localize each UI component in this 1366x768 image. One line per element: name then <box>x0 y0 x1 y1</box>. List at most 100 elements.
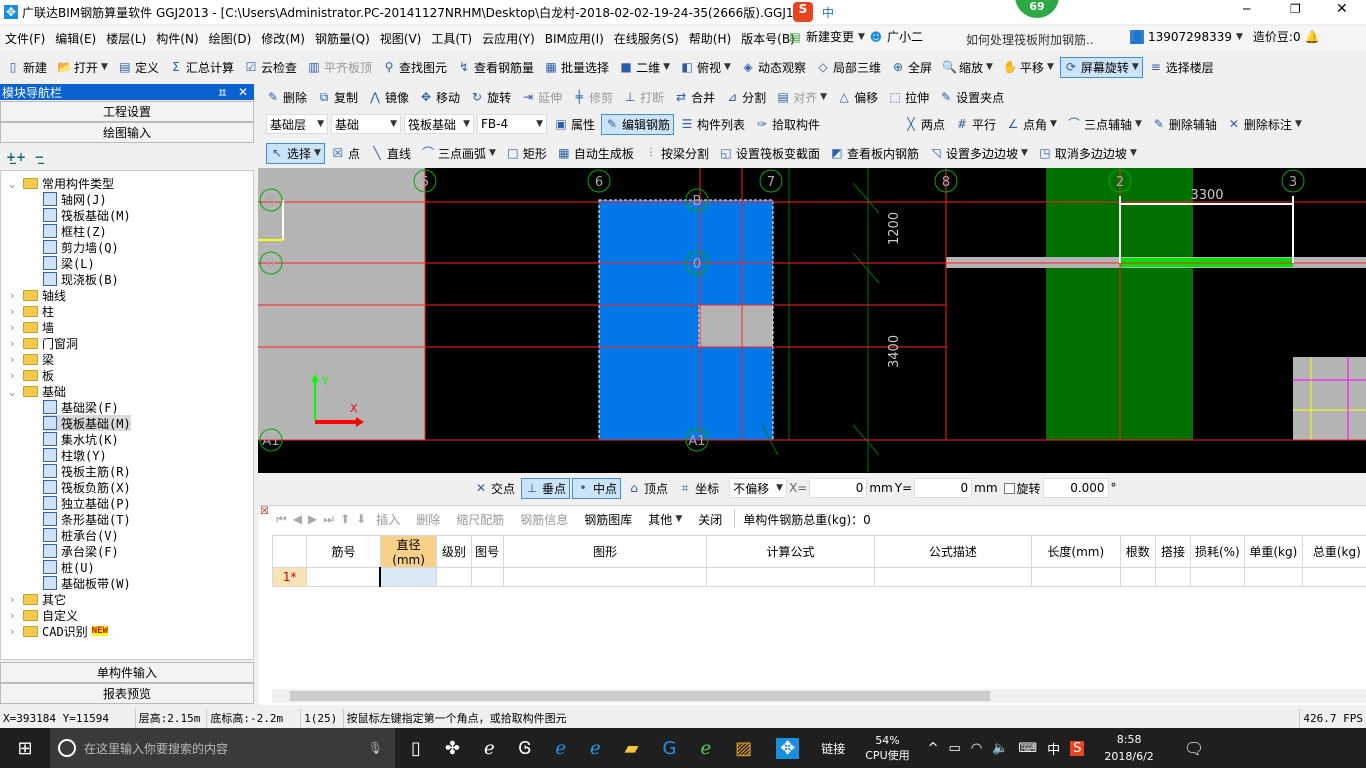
tree-item[interactable]: 桩承台(V) <box>43 527 119 543</box>
delete-dim-button[interactable]: ✕ 删除标注 ▼ <box>1223 114 1306 135</box>
dropdown-arrow-icon[interactable]: ▼ <box>489 148 496 158</box>
tree-item[interactable]: 基础梁(F) <box>43 399 119 415</box>
pick-button[interactable]: ✑ 拾取构件 <box>751 114 824 135</box>
type-select[interactable]: 筏板基础 ▼ <box>404 114 474 134</box>
windows-start-icon[interactable]: ⊞ <box>0 738 50 759</box>
tree-item[interactable]: 筏板基础(M) <box>43 207 131 223</box>
ggj-app-icon[interactable]: ✥ <box>776 737 800 759</box>
sogou-tray-icon[interactable]: S <box>1070 740 1085 756</box>
column-header[interactable]: 搭接 <box>1154 535 1192 568</box>
menu-item[interactable]: BIM应用(I) <box>540 30 609 47</box>
score-badge[interactable]: 69 <box>1015 0 1059 18</box>
column-header[interactable]: 单重(kg) <box>1243 535 1304 568</box>
expand-icon[interactable]: › <box>9 353 19 366</box>
new-file-button[interactable]: ▯ 新建 <box>2 57 51 78</box>
table-cell[interactable] <box>1243 567 1304 587</box>
pan-button[interactable]: ✋ 平移 ▼ <box>999 57 1058 78</box>
glodon-app-icon[interactable]: G <box>663 738 677 759</box>
item-button[interactable]: 钢筋图库 <box>580 509 636 530</box>
rect-button[interactable]: □ 矩形 <box>502 143 551 164</box>
split-button[interactable]: ⊿ 分割 <box>721 87 770 108</box>
table-cell[interactable] <box>502 567 708 587</box>
link-label[interactable]: 链接 <box>821 740 845 757</box>
expand-all-icon[interactable]: +̲+ <box>6 150 26 164</box>
component-select[interactable]: FB-4 ▼ <box>477 114 547 134</box>
table-row[interactable]: 1* <box>272 567 1366 587</box>
column-header[interactable]: 总重(kg) <box>1302 535 1366 568</box>
dropdown-arrow-icon[interactable]: ▼ <box>1021 148 1028 158</box>
tree-folder[interactable]: › 梁 <box>9 351 54 367</box>
task-view-icon[interactable]: ▯ <box>411 738 421 759</box>
wifi-icon[interactable]: ◠ <box>971 741 982 756</box>
column-header[interactable]: 直径(mm) <box>379 535 438 568</box>
item-button[interactable]: 插入 <box>372 509 404 530</box>
dropdown-arrow-icon[interactable]: ▼ <box>314 148 321 158</box>
item-button[interactable]: 其他 ▼ <box>644 509 686 530</box>
table-cell[interactable] <box>306 567 381 587</box>
prev-record-button[interactable]: ◀ <box>293 512 302 526</box>
select-floor-button[interactable]: ≡ 选择楼层 <box>1145 57 1218 78</box>
item-button[interactable]: 钢筋信息 <box>516 509 572 530</box>
tree-item[interactable]: 筏板主筋(R) <box>43 463 131 479</box>
ie-icon[interactable]: ℯ <box>590 738 601 759</box>
tree-item[interactable]: 条形基础(T) <box>43 511 131 527</box>
batch-select-button[interactable]: ▦ 批量选择 <box>540 57 613 78</box>
view-rebar-button[interactable]: ↯ 查看钢筋量 <box>453 57 538 78</box>
tree-item[interactable]: 现浇板(B) <box>43 271 119 287</box>
item-button[interactable]: 关闭 <box>694 509 726 530</box>
2d-button[interactable]: ■ 二维 ▼ <box>615 57 674 78</box>
column-header[interactable]: 计算公式 <box>706 535 875 568</box>
sigma-button[interactable]: Σ 汇总计算 <box>165 57 238 78</box>
dropdown-arrow-icon[interactable]: ▼ <box>663 62 670 72</box>
table-cell[interactable] <box>379 567 438 587</box>
expand-icon[interactable]: › <box>9 321 19 334</box>
pin-icon[interactable]: ㅍ <box>217 84 228 101</box>
file-explorer-icon[interactable]: ▰ <box>625 738 639 759</box>
user-account[interactable]: 13907298339 <box>1148 30 1232 44</box>
y-input[interactable]: 0 <box>914 478 973 498</box>
table-cell[interactable] <box>436 567 472 587</box>
delete-axis-button[interactable]: ✎ 删除辅轴 <box>1148 114 1221 135</box>
tree-folder[interactable]: ⌄ 基础 <box>9 383 66 399</box>
column-header[interactable]: 图形 <box>502 535 708 568</box>
vertex-button[interactable]: ⌂ 顶点 <box>623 478 672 499</box>
perpendicular-button[interactable]: ⊥ 垂点 <box>521 477 571 499</box>
fan-app-icon[interactable]: ✤ <box>445 738 460 759</box>
orbit-button[interactable]: ◈ 动态观察 <box>737 57 810 78</box>
drawing-canvas[interactable]: 3300 1200 3400 5 6 7 8 2 3 B 0 A1 B 0 A1 Y X <box>258 168 1366 473</box>
close-button[interactable]: ✕ <box>1336 1 1348 17</box>
section-button[interactable]: ◱ 设置筏板变截面 <box>715 143 824 164</box>
rotate-button[interactable]: ↻ 旋转 <box>466 87 515 108</box>
category-select[interactable]: 基础 ▼ <box>331 114 401 134</box>
first-record-button[interactable]: ⏮ <box>276 512 287 527</box>
collapse-all-icon[interactable]: −̲ <box>34 150 44 164</box>
arc-button[interactable]: ⌒ 三点画弧 ▼ <box>417 143 500 164</box>
table-cell[interactable] <box>873 567 1032 587</box>
menu-item[interactable]: 工具(T) <box>426 30 477 47</box>
tree-item[interactable]: 轴网(J) <box>43 191 107 207</box>
item-button[interactable]: 删除 <box>412 509 444 530</box>
tree-folder[interactable]: › 轴线 <box>9 287 66 303</box>
x-input[interactable]: 0 <box>809 478 868 498</box>
project-settings-button[interactable]: 工程设置 <box>0 101 254 122</box>
auto-slab-button[interactable]: ▦ 自动生成板 <box>553 143 638 164</box>
single-component-input-button[interactable]: 单构件输入 <box>0 662 254 683</box>
zoom-button[interactable]: 🔍 缩放 ▼ <box>938 57 997 78</box>
floor-select[interactable]: 基础层 ▼ <box>266 114 328 134</box>
rotate-checkbox[interactable] <box>1003 482 1015 494</box>
drawing-input-button[interactable]: 绘图输入 <box>0 122 254 143</box>
extend-button[interactable]: ⇥ 延伸 <box>517 87 566 108</box>
move-button[interactable]: ✥ 移动 <box>415 87 464 108</box>
midpoint-button[interactable]: • 中点 <box>572 477 622 499</box>
view-inner-button[interactable]: ◩ 查看板内钢筋 <box>826 143 923 164</box>
scrollbar-thumb[interactable] <box>290 691 990 701</box>
tree-item[interactable]: 梁(L) <box>43 255 95 271</box>
dropdown-arrow-icon[interactable]: ▼ <box>1135 119 1142 129</box>
parallel-button[interactable]: # 平行 <box>951 114 1000 135</box>
merge-button[interactable]: ⇄ 合并 <box>670 87 719 108</box>
keyboard-icon[interactable]: ⌨ <box>1018 741 1037 756</box>
menu-item[interactable]: 钢筋量(Q) <box>310 30 375 47</box>
tree-item[interactable]: 剪力墙(Q) <box>43 239 119 255</box>
row-index[interactable]: 1* <box>272 567 308 587</box>
expand-icon[interactable]: › <box>9 625 19 638</box>
